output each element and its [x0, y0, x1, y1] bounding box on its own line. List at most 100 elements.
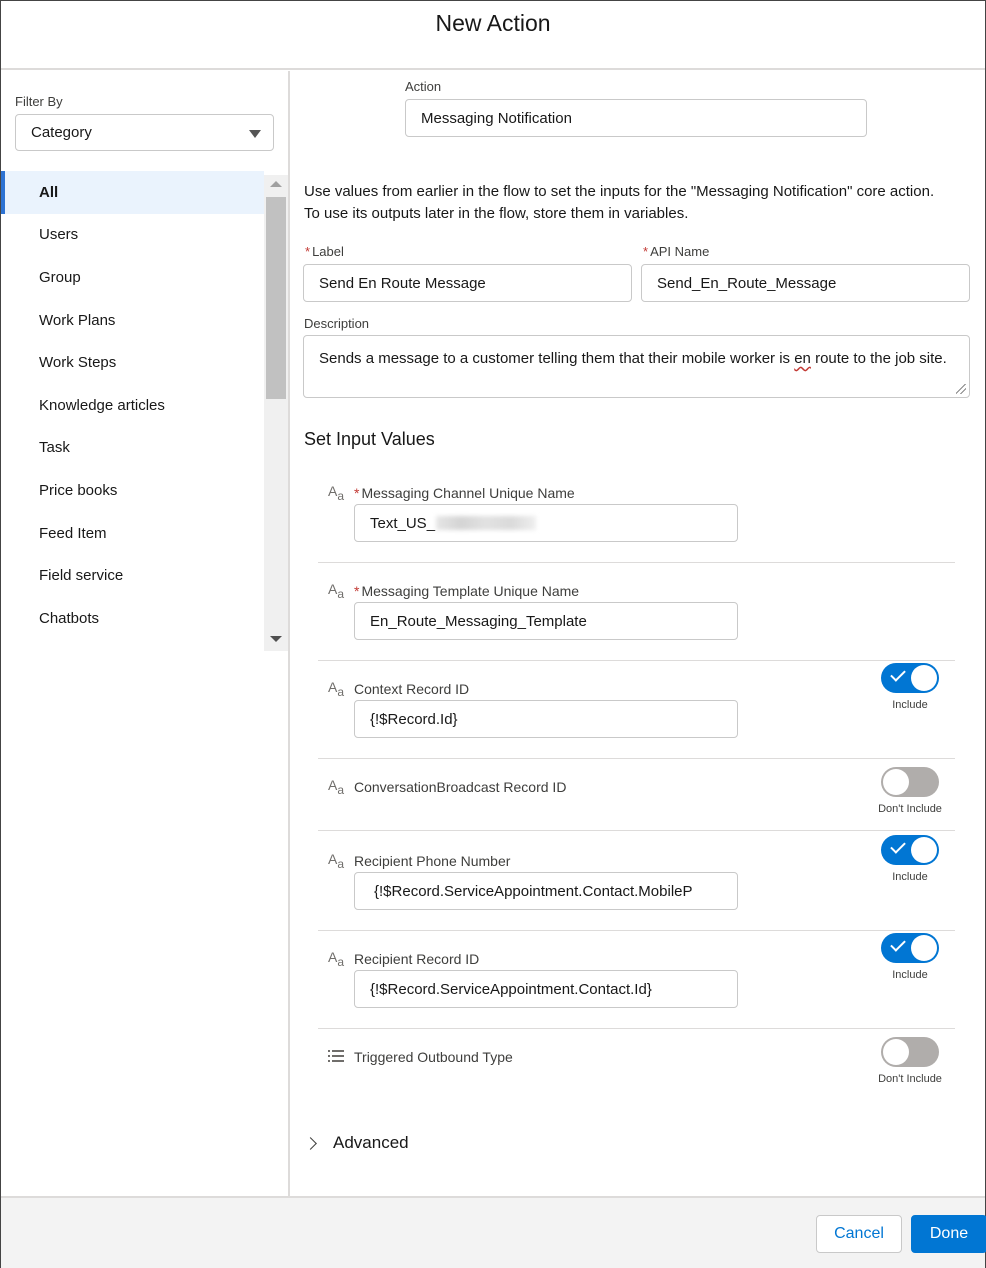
- param-recipient-record-id: Aa Recipient Record ID {!$Record.Service…: [318, 933, 955, 1029]
- picklist-icon: [328, 1050, 344, 1062]
- filter-by-value: Category: [31, 124, 92, 141]
- context-record-id-input[interactable]: {!$Record.Id}: [354, 700, 738, 738]
- category-label: Work Steps: [39, 354, 117, 372]
- filter-by-select[interactable]: Category: [15, 114, 274, 151]
- check-icon: [890, 666, 906, 682]
- param-label: * Messaging Channel Unique Name: [354, 485, 575, 501]
- action-input[interactable]: Messaging Notification: [405, 99, 867, 137]
- messaging-template-input[interactable]: En_Route_Messaging_Template: [354, 602, 738, 640]
- param-value: {!$Record.ServiceAppointment.Contact.Mob…: [374, 882, 693, 900]
- category-label: Knowledge articles: [39, 396, 165, 414]
- new-action-modal: New Action Filter By Category All Users …: [0, 0, 986, 1268]
- scroll-up-arrow-icon[interactable]: [270, 181, 282, 187]
- modal-footer: Cancel Done: [1, 1196, 986, 1268]
- category-label: Field service: [39, 567, 124, 585]
- description-text-end: route to the job site.: [810, 350, 947, 367]
- toggle-knob: [883, 1039, 909, 1065]
- api-name-value: Send_En_Route_Message: [657, 274, 837, 292]
- category-item-users[interactable]: Users: [1, 214, 264, 257]
- param-label: ConversationBroadcast Record ID: [354, 779, 567, 795]
- param-conversation-broadcast-record-id: Aa ConversationBroadcast Record ID Don't…: [318, 767, 955, 831]
- category-item-work-plans[interactable]: Work Plans: [1, 299, 264, 342]
- filter-by-label: Filter By: [15, 94, 63, 109]
- check-icon: [890, 838, 906, 854]
- param-context-record-id: Aa Context Record ID {!$Record.Id} Inclu…: [318, 663, 955, 759]
- required-marker: *: [354, 583, 360, 599]
- toggle-label: Don't Include: [878, 803, 942, 815]
- toggle-label: Include: [892, 699, 928, 711]
- include-toggle-wrap: Include: [874, 933, 946, 981]
- text-type-icon: Aa: [328, 679, 345, 699]
- param-value: En_Route_Messaging_Template: [370, 612, 587, 630]
- done-button[interactable]: Done: [911, 1215, 986, 1253]
- label-field-label-text: Label: [312, 244, 344, 259]
- param-messaging-channel: Aa * Messaging Channel Unique Name Text_U…: [318, 481, 955, 563]
- category-list-scrollbar[interactable]: [264, 175, 288, 651]
- param-messaging-template: Aa * Messaging Template Unique Name En_Ro…: [318, 579, 955, 661]
- toggle-label: Don't Include: [878, 1073, 942, 1085]
- recipient-phone-number-input[interactable]: {!$Record.ServiceAppointment.Contact.Mob…: [354, 872, 738, 910]
- category-item-group[interactable]: Group: [1, 256, 264, 299]
- toggle-knob: [911, 935, 937, 961]
- param-recipient-phone-number: Aa Recipient Phone Number {!$Record.Serv…: [318, 835, 955, 931]
- label-value: Send En Route Message: [319, 274, 486, 292]
- cancel-button[interactable]: Cancel: [816, 1215, 902, 1253]
- param-label-text: Messaging Channel Unique Name: [361, 485, 575, 501]
- toggle-knob: [911, 837, 937, 863]
- advanced-label: Advanced: [333, 1133, 409, 1152]
- category-item-price-books[interactable]: Price books: [1, 469, 264, 512]
- param-label: Context Record ID: [354, 681, 470, 697]
- include-toggle[interactable]: [881, 933, 939, 963]
- text-type-icon: Aa: [328, 581, 345, 601]
- category-item-work-steps[interactable]: Work Steps: [1, 341, 264, 384]
- scroll-thumb[interactable]: [266, 197, 286, 399]
- required-marker: *: [354, 485, 360, 501]
- help-text: Use values from earlier in the flow to s…: [304, 181, 979, 225]
- param-label-text: Messaging Template Unique Name: [361, 583, 580, 599]
- param-label: * Messaging Template Unique Name: [354, 583, 579, 599]
- param-value: {!$Record.ServiceAppointment.Contact.Id}: [370, 980, 652, 998]
- category-item-feed-item[interactable]: Feed Item: [1, 512, 264, 555]
- api-name-field-label: * API Name: [643, 244, 709, 259]
- help-text-line-1: Use values from earlier in the flow to s…: [304, 183, 935, 200]
- set-input-values-heading: Set Input Values: [304, 429, 435, 449]
- messaging-channel-input[interactable]: Text_US_: [354, 504, 738, 542]
- category-list: All Users Group Work Plans Work Steps Kn…: [1, 171, 264, 651]
- text-type-icon: Aa: [328, 949, 345, 969]
- category-item-knowledge-articles[interactable]: Knowledge articles: [1, 384, 264, 427]
- category-label: Group: [39, 268, 81, 286]
- action-value: Messaging Notification: [421, 109, 572, 127]
- recipient-record-id-input[interactable]: {!$Record.ServiceAppointment.Contact.Id}: [354, 970, 738, 1008]
- include-toggle-wrap: Don't Include: [874, 1037, 946, 1085]
- label-field-label: * Label: [305, 244, 344, 259]
- label-input[interactable]: Send En Route Message: [303, 264, 632, 302]
- category-label: All: [39, 183, 59, 201]
- category-label: Feed Item: [39, 524, 107, 542]
- param-label: Recipient Phone Number: [354, 853, 511, 869]
- category-item-chatbots[interactable]: Chatbots: [1, 597, 264, 640]
- help-text-line-2: To use its outputs later in the flow, st…: [304, 205, 689, 222]
- toggle-label: Include: [892, 871, 928, 883]
- action-config-panel: Action Messaging Notification Use values…: [292, 71, 985, 1196]
- category-sidebar: Filter By Category All Users Group Work …: [1, 71, 290, 1196]
- include-toggle[interactable]: [881, 663, 939, 693]
- param-label: Triggered Outbound Type: [354, 1049, 513, 1065]
- api-name-field-label-text: API Name: [650, 244, 710, 259]
- include-toggle[interactable]: [881, 835, 939, 865]
- resize-grip-icon[interactable]: [956, 384, 966, 394]
- api-name-input[interactable]: Send_En_Route_Message: [641, 264, 970, 302]
- category-item-all[interactable]: All: [1, 171, 264, 214]
- include-toggle[interactable]: [881, 1037, 939, 1067]
- category-item-field-service[interactable]: Field service: [1, 554, 264, 597]
- include-toggle-wrap: Include: [874, 835, 946, 883]
- param-label: Recipient Record ID: [354, 951, 480, 967]
- include-toggle[interactable]: [881, 767, 939, 797]
- spellcheck-word: en: [794, 350, 811, 367]
- include-toggle-wrap: Don't Include: [874, 767, 946, 815]
- category-item-task[interactable]: Task: [1, 427, 264, 470]
- description-label: Description: [304, 316, 370, 331]
- description-textarea[interactable]: Sends a message to a customer telling th…: [303, 335, 970, 398]
- scroll-down-arrow-icon[interactable]: [270, 636, 282, 642]
- category-label: Users: [39, 226, 79, 244]
- advanced-section-toggle[interactable]: Advanced: [304, 1133, 409, 1153]
